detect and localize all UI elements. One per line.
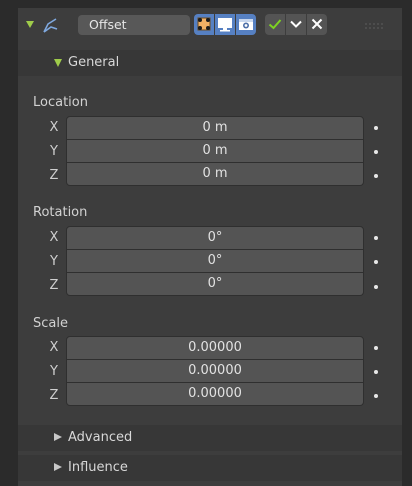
rotation-label: Rotation: [33, 205, 88, 220]
properties-editor: Offset General Location X 0 m Y 0 m Z 0 …: [0, 0, 412, 486]
collapsed-arrow-icon: [54, 433, 62, 441]
edit-mode-icon: [197, 17, 211, 31]
keyframe-dot-icon[interactable]: [374, 370, 378, 374]
scale-z-label: Z: [49, 388, 59, 403]
check-icon: [268, 19, 282, 30]
location-label: Location: [33, 95, 88, 110]
apply-button[interactable]: [265, 14, 285, 35]
keyframe-dot-icon[interactable]: [374, 236, 378, 240]
close-icon: [311, 18, 323, 30]
location-z-label: Z: [49, 168, 59, 183]
keyframe-dot-icon[interactable]: [374, 260, 378, 264]
keyframe-dot-icon[interactable]: [374, 150, 378, 154]
panel-expand-toggle[interactable]: [26, 21, 34, 28]
influence-subpanel-header[interactable]: Influence: [18, 455, 402, 481]
modifier-name-input[interactable]: Offset: [78, 15, 190, 35]
collapsed-arrow-icon: [54, 463, 62, 471]
scale-y-field[interactable]: 0.00000: [66, 360, 364, 383]
expand-arrow-icon: [54, 59, 62, 67]
modifier-type-icon: [43, 18, 58, 33]
rotation-x-label: X: [49, 230, 59, 245]
influence-label: Influence: [68, 460, 128, 475]
dropdown-button[interactable]: [286, 14, 306, 35]
keyframe-dot-icon[interactable]: [374, 346, 378, 350]
render-toggle[interactable]: [236, 14, 256, 35]
location-x-label: X: [49, 120, 59, 135]
location-x-field[interactable]: 0 m: [66, 116, 364, 140]
location-z-field[interactable]: 0 m: [66, 163, 364, 186]
rotation-z-field[interactable]: 0°: [66, 273, 364, 296]
rotation-x-field[interactable]: 0°: [66, 226, 364, 250]
camera-icon: [239, 19, 253, 30]
keyframe-dot-icon[interactable]: [374, 394, 378, 398]
rotation-y-field[interactable]: 0°: [66, 250, 364, 273]
scale-y-label: Y: [50, 364, 58, 379]
location-y-label: Y: [50, 144, 58, 159]
scale-z-field[interactable]: 0.00000: [66, 383, 364, 406]
modifier-panel: Offset General Location X 0 m Y 0 m Z 0 …: [18, 8, 402, 486]
rotation-y-label: Y: [50, 254, 58, 269]
advanced-subpanel-header[interactable]: Advanced: [18, 425, 402, 451]
chevron-down-icon: [290, 20, 302, 28]
keyframe-dot-icon[interactable]: [374, 126, 378, 130]
scale-x-label: X: [49, 340, 59, 355]
modifier-header: Offset: [18, 8, 402, 45]
delete-button[interactable]: [307, 14, 327, 35]
scale-label: Scale: [33, 316, 68, 331]
scale-x-field[interactable]: 0.00000: [66, 336, 364, 360]
rotation-z-label: Z: [49, 278, 59, 293]
edit-mode-toggle[interactable]: [194, 14, 214, 35]
advanced-label: Advanced: [68, 430, 133, 445]
realtime-toggle[interactable]: [215, 14, 235, 35]
drag-handle-icon[interactable]: [364, 22, 386, 30]
keyframe-dot-icon[interactable]: [374, 174, 378, 178]
general-label: General: [68, 55, 120, 70]
monitor-icon: [218, 18, 232, 32]
keyframe-dot-icon[interactable]: [374, 285, 378, 289]
general-subpanel-header[interactable]: General: [18, 50, 402, 76]
location-y-field[interactable]: 0 m: [66, 140, 364, 163]
